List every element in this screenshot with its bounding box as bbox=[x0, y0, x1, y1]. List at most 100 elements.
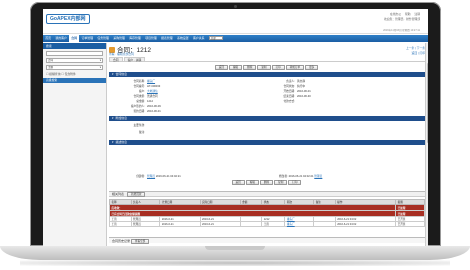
field-start-date: 开始日期: 2016-06-01 bbox=[259, 89, 311, 93]
convert-order-button[interactable]: 转成订单 bbox=[285, 65, 305, 70]
copy-button[interactable]: 复制 bbox=[257, 65, 271, 70]
field-value: 2016-06-01 bbox=[147, 110, 161, 113]
field-value-link[interactable]: 罐头厂 bbox=[147, 80, 155, 83]
collapse-icon: ▾ bbox=[112, 140, 114, 144]
field-label: 备注: bbox=[138, 131, 145, 134]
nav-item-reports[interactable]: 报表管理 bbox=[159, 35, 175, 42]
field-contract-name: 合同名称: 罐头厂 bbox=[109, 79, 156, 83]
related-list-title: 相关列表 bbox=[112, 192, 125, 196]
top-link-logout[interactable]: 注销 bbox=[414, 12, 420, 16]
record-tabs: 合同 客户 · 关联 bbox=[109, 57, 425, 62]
field-owner: 负责人: 黄文静 bbox=[259, 79, 305, 83]
print-button[interactable]: 打印 bbox=[271, 65, 285, 70]
field-terms: 主要条款: bbox=[109, 123, 147, 127]
module-filter-select[interactable]: 合同 ▾ bbox=[46, 58, 103, 63]
field-contract-type: 合同类型: 普通合同 bbox=[109, 94, 158, 98]
row-link[interactable]: 罐头厂 bbox=[287, 218, 295, 221]
related-list-header: 相关列表 新增回款 bbox=[109, 191, 425, 197]
current-time: 2016年11月03日 星期四 10:27:11 bbox=[383, 29, 420, 32]
tab-contract[interactable]: 合同 bbox=[109, 57, 123, 62]
modified-time: 2016-06-21 04:02:21 bbox=[288, 175, 314, 178]
attachment-option-label: 包含附件 bbox=[64, 72, 76, 76]
meta-modifier-label: 修改者: bbox=[279, 175, 288, 178]
app-screen: GoAPEX内部网 在线办公 帮助 注销 欢迎您：管理员 · 财务管理部 201… bbox=[43, 9, 428, 246]
field-value: 2016-06-01 bbox=[297, 90, 311, 93]
edit-button[interactable]: 编辑 bbox=[245, 180, 259, 185]
top-link-help[interactable]: 帮助 bbox=[405, 12, 411, 16]
nav-item-settings[interactable]: 系统设置 bbox=[175, 35, 191, 42]
nav-item-home[interactable]: 首页 bbox=[43, 35, 53, 42]
table-cell: 2016-6-21 04:02 bbox=[334, 221, 397, 227]
chevron-down-icon: ▾ bbox=[99, 66, 101, 69]
laptop-base bbox=[0, 246, 470, 260]
nav-module-select[interactable]: 全部 bbox=[208, 36, 223, 41]
record-links: 上一条 | 下一条 返回 | 打印 bbox=[406, 46, 425, 56]
tab-related[interactable]: 客户 · 关联 bbox=[123, 57, 146, 62]
section-desc-title: 描述信息 bbox=[115, 140, 128, 144]
nav-item-tasks[interactable]: 任务管理 bbox=[95, 35, 111, 42]
search-input[interactable] bbox=[46, 51, 103, 56]
history-header: 合同历史记录 查看全部 bbox=[109, 237, 425, 244]
fuzzy-search-option[interactable]: ☐ 模糊查询 ☐ 包含附件 bbox=[46, 72, 103, 76]
vertical-scrollbar[interactable] bbox=[425, 43, 428, 246]
print-button[interactable]: 打印 bbox=[288, 180, 302, 185]
field-label: 主要条款: bbox=[133, 124, 146, 127]
nav-item-crm[interactable]: 客户关系 bbox=[191, 35, 207, 42]
field-value-link[interactable]: 大地通信 bbox=[147, 90, 158, 93]
back-print-link[interactable]: 返回 | 打印 bbox=[406, 51, 425, 56]
nav-item-orders[interactable]: 订单管理 bbox=[79, 35, 95, 42]
top-bar: GoAPEX内部网 在线办公 帮助 注销 欢迎您：管理员 · 财务管理部 201… bbox=[43, 9, 428, 34]
nav-item-inventory[interactable]: 库存管理 bbox=[127, 35, 143, 42]
field-label: 合同状态: bbox=[283, 85, 296, 88]
creator-link[interactable]: 管理员 bbox=[147, 175, 155, 178]
table-cell: 王营 bbox=[109, 221, 132, 227]
more-button[interactable]: 更多 bbox=[305, 65, 319, 70]
app-logo[interactable]: GoAPEX内部网 bbox=[46, 14, 90, 24]
record-subtitle[interactable]: 查看 · 编辑全部合同 bbox=[109, 52, 134, 56]
add-payment-button[interactable]: 新增回款 bbox=[127, 192, 146, 197]
section-desc[interactable]: ▾ 描述信息 bbox=[109, 140, 425, 145]
section-basic-title: 合同信息 bbox=[115, 72, 128, 76]
section-detail[interactable]: ▾ 附加信息 bbox=[109, 116, 425, 121]
nav-item-contracts[interactable]: 合同 bbox=[69, 35, 80, 42]
nav-item-purchase[interactable]: 采购管理 bbox=[111, 35, 127, 42]
field-value: 普通合同 bbox=[147, 95, 158, 98]
field-value: 黄文静 bbox=[297, 80, 306, 83]
collapse-icon: ▾ bbox=[112, 116, 114, 120]
nav-item-customers[interactable]: 我的客户 bbox=[53, 35, 69, 42]
delete-button[interactable]: 删除 bbox=[243, 65, 257, 70]
field-value: HT-000033 bbox=[147, 85, 161, 88]
copy-button[interactable]: 复制 bbox=[274, 180, 288, 185]
row-link[interactable]: 罐头厂 bbox=[287, 223, 295, 226]
back-button[interactable]: 返回 bbox=[231, 180, 245, 185]
table-cell bbox=[313, 221, 336, 227]
delete-button[interactable]: 删除 bbox=[259, 180, 274, 185]
table-row[interactable]: 王营 管理员 2016-6-21 2016-6-21 王营 罐头厂 2016-6… bbox=[109, 221, 425, 227]
nav-item-projects[interactable]: 项目管理 bbox=[143, 35, 159, 42]
advanced-search-link[interactable]: 高级搜索 bbox=[43, 78, 106, 83]
table-cell: 管理员 bbox=[130, 221, 161, 227]
field-value: 2016-06-30 bbox=[297, 95, 311, 98]
field-label: 签约日期: bbox=[133, 110, 146, 113]
created-time: 2016-06-21 04:02:21 bbox=[155, 175, 181, 178]
field-customer: 客户: 大地通信 bbox=[109, 89, 158, 93]
modifier-link[interactable]: 管理员 bbox=[314, 175, 322, 178]
edit-button[interactable]: 编辑 bbox=[228, 65, 243, 70]
field-value: 2016-06-09 bbox=[147, 105, 161, 108]
field-filter-select[interactable]: 主题 ▾ bbox=[46, 65, 103, 70]
laptop-shadow bbox=[20, 260, 450, 266]
field-label: 负责人: bbox=[286, 80, 295, 83]
module-filter-value: 合同 bbox=[48, 59, 54, 62]
section-detail-title: 附加信息 bbox=[115, 116, 128, 120]
scrollbar-thumb[interactable] bbox=[426, 63, 428, 143]
fuzzy-search-label: 模糊查询 bbox=[49, 72, 61, 76]
chevron-down-icon: ▾ bbox=[99, 59, 101, 62]
section-basic[interactable]: ▾ 合同信息 bbox=[109, 72, 425, 77]
related-table: 名称 负责人 计划日期 实际日期 金额 状态 期次 备注 操作 提醒 应收款：已… bbox=[108, 199, 425, 227]
view-all-button[interactable]: 查看全部 bbox=[130, 239, 150, 244]
back-button[interactable]: 返回 bbox=[214, 65, 228, 70]
meta-modifier: 修改者: 2016-06-21 04:02:21 管理员 bbox=[279, 174, 322, 178]
top-link-office[interactable]: 在线办公 bbox=[390, 12, 401, 16]
field-label: 客户签约人: bbox=[130, 105, 145, 108]
table-cell-link[interactable]: 罐头厂 bbox=[284, 221, 315, 227]
